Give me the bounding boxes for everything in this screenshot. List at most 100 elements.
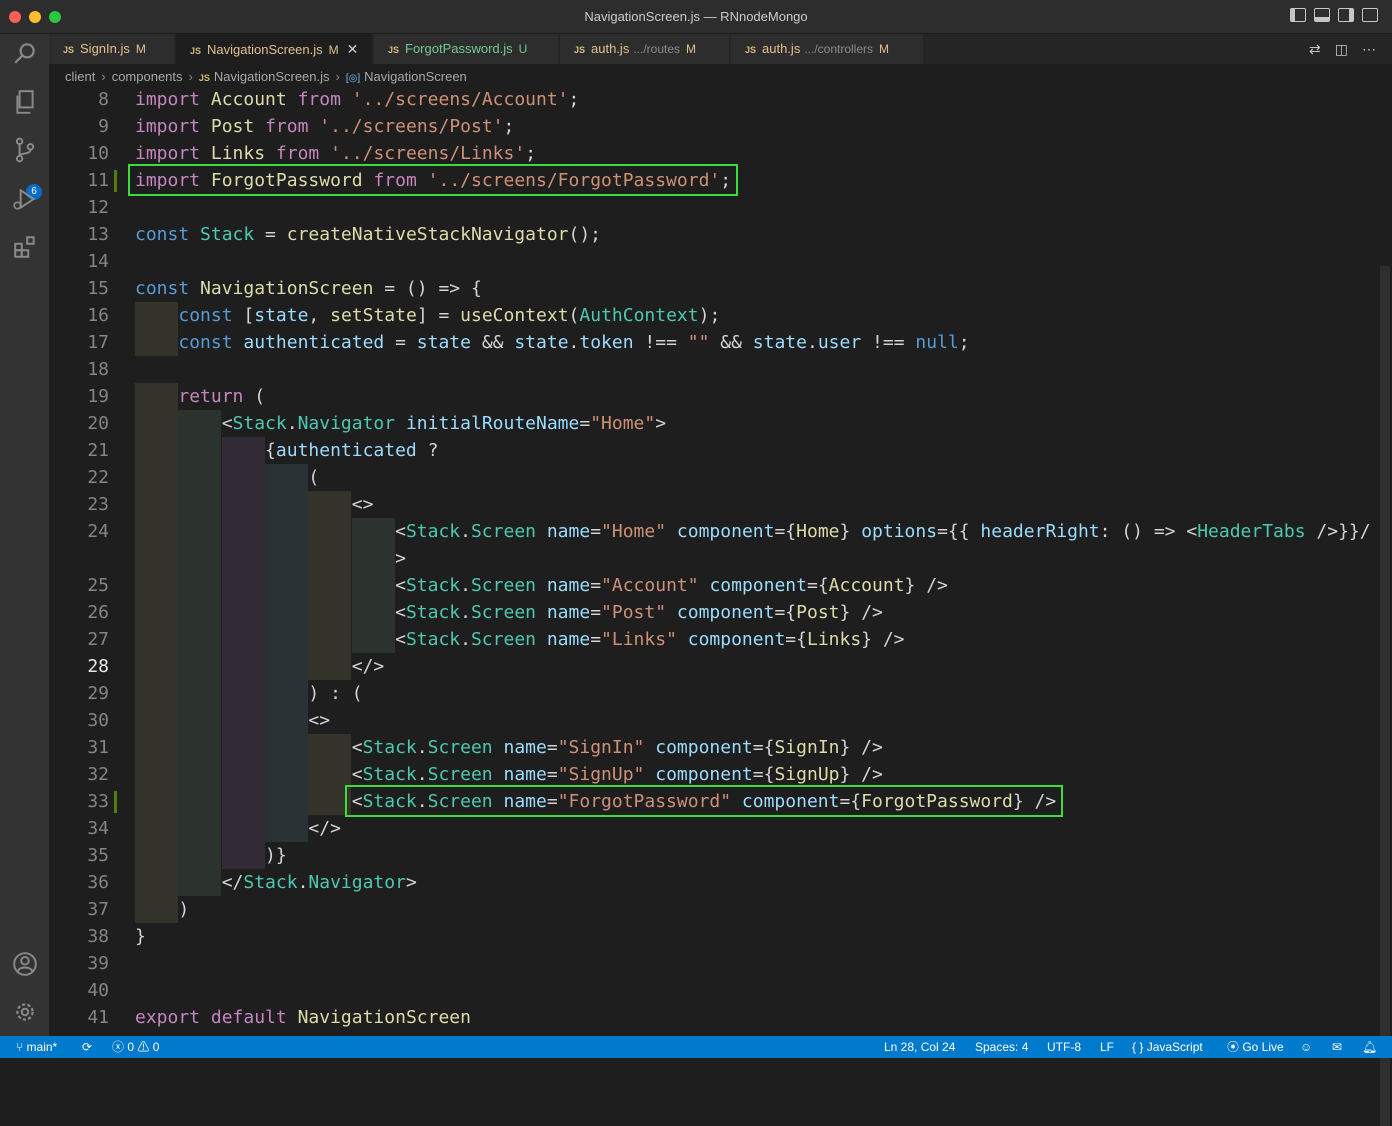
code-line[interactable]: 9 import Post from '../screens/Post'; <box>49 113 1392 140</box>
highlight-box <box>128 164 739 196</box>
tab-forgotpassword[interactable]: JS ForgotPassword.js U <box>374 34 559 64</box>
code-line[interactable]: 34 </> <box>49 815 1392 842</box>
close-icon[interactable]: ✕ <box>347 41 359 57</box>
search-icon[interactable] <box>12 40 38 66</box>
breadcrumb-file[interactable]: NavigationScreen.js <box>214 69 330 84</box>
code-line[interactable]: 33 <Stack.Screen name="ForgotPassword" c… <box>49 785 1392 817</box>
code-line[interactable]: 26 <Stack.Screen name="Post" component={… <box>49 599 1392 626</box>
code-line[interactable]: 25 <Stack.Screen name="Account" componen… <box>49 572 1392 599</box>
code-text: const [state, setState] = useContext(Aut… <box>178 305 721 326</box>
code-text: </> <box>135 656 385 677</box>
code-line[interactable]: 19 return ( <box>49 383 1392 410</box>
line-number: 26 <box>87 602 109 623</box>
code-line[interactable]: 36 </Stack.Navigator> <box>49 869 1392 896</box>
tab-auth-controllers[interactable]: JS auth.js .../controllers M <box>731 34 924 64</box>
line-ending[interactable]: LF <box>1100 1036 1114 1058</box>
code-line[interactable]: 28 </> <box>49 653 1392 680</box>
code-line[interactable]: 22 ( <box>49 464 1392 491</box>
sync-icon[interactable]: ⟳ <box>82 1036 92 1058</box>
code-text: <Stack.Screen name="Post" component={Pos… <box>135 602 883 623</box>
line-number: 33 <box>87 791 109 812</box>
code-text: const Stack = createNativeStackNavigator… <box>135 224 602 245</box>
editor-scrollbar[interactable] <box>1378 90 1392 1126</box>
line-number: 32 <box>87 764 109 785</box>
status-bar: ⑂ main* ⟳ ⓧ 0 ⚠ 0 Ln 28, Col 24 Spaces: … <box>0 1036 1392 1058</box>
language-mode[interactable]: { } JavaScript <box>1132 1036 1203 1058</box>
line-number: 11 <box>87 170 109 191</box>
code-line[interactable]: 27 <Stack.Screen name="Links" component=… <box>49 626 1392 653</box>
tab-auth-routes[interactable]: JS auth.js .../routes M <box>560 34 730 64</box>
code-line[interactable]: 17 const authenticated = state && state.… <box>49 329 1392 356</box>
breadcrumb-components[interactable]: components <box>112 69 183 84</box>
code-line[interactable]: 11 import ForgotPassword from '../screens… <box>49 164 1392 196</box>
code-line[interactable]: 31 <Stack.Screen name="SignIn" component… <box>49 734 1392 761</box>
accounts-icon[interactable] <box>12 951 38 977</box>
line-number: 19 <box>87 386 109 407</box>
more-actions-icon[interactable]: ⋯ <box>1362 41 1376 58</box>
code-line[interactable]: 18 <box>49 356 1392 383</box>
code-line[interactable]: 24 <Stack.Screen name="Home" component={… <box>49 518 1392 545</box>
code-line[interactable]: 15 const NavigationScreen = () => { <box>49 275 1392 302</box>
code-text: > <box>135 548 406 569</box>
code-line[interactable]: 40 <box>49 977 1392 1004</box>
code-line[interactable]: > <box>49 545 1392 572</box>
line-number: 39 <box>87 953 109 974</box>
code-line[interactable]: 21 {authenticated ? <box>49 437 1392 464</box>
code-line[interactable]: 37 ) <box>49 896 1392 923</box>
change-marker[interactable] <box>114 170 117 192</box>
extensions-icon[interactable] <box>12 234 38 260</box>
code-text: return ( <box>178 386 266 407</box>
feedback-icon[interactable]: ✉ <box>1332 1036 1342 1058</box>
copilot-icon[interactable]: ☺ <box>1300 1036 1312 1058</box>
code-text: <> <box>135 494 374 515</box>
code-line[interactable]: 32 <Stack.Screen name="SignUp" component… <box>49 761 1392 788</box>
toggle-secondary-sidebar-icon[interactable] <box>1338 8 1354 22</box>
line-number: 12 <box>87 197 109 218</box>
tab-signin[interactable]: JS SignIn.js M <box>49 34 175 64</box>
code-line[interactable]: 12 <box>49 194 1392 221</box>
code-line[interactable]: 29 ) : ( <box>49 680 1392 707</box>
split-editor-icon[interactable]: ◫ <box>1335 41 1348 58</box>
notifications-bell-icon[interactable]: 🔔︎ <box>1362 1036 1377 1058</box>
toggle-primary-sidebar-icon[interactable] <box>1290 8 1306 22</box>
code-line[interactable]: 38} <box>49 923 1392 950</box>
cursor-position[interactable]: Ln 28, Col 24 <box>884 1036 955 1058</box>
code-editor[interactable]: 8 import Account from '../screens/Account… <box>49 86 1392 1036</box>
tab-navigationscreen[interactable]: JS NavigationScreen.js M ✕ <box>176 34 373 64</box>
gear-icon[interactable] <box>12 999 38 1025</box>
code-line[interactable]: 23 <> <box>49 491 1392 518</box>
explorer-icon[interactable] <box>12 89 38 115</box>
code-line[interactable]: 10 import Links from '../screens/Links'; <box>49 140 1392 167</box>
customize-layout-icon[interactable] <box>1362 8 1378 22</box>
encoding[interactable]: UTF-8 <box>1047 1036 1081 1058</box>
change-marker[interactable] <box>114 791 117 813</box>
indentation[interactable]: Spaces: 4 <box>975 1036 1028 1058</box>
open-changes-icon[interactable]: ⇄ <box>1309 41 1321 58</box>
code-line[interactable]: 20 <Stack.Navigator initialRouteName="Ho… <box>49 410 1392 437</box>
line-number: 34 <box>87 818 109 839</box>
symbol-variable-icon: [◎] <box>345 73 361 84</box>
breadcrumb-client[interactable]: client <box>65 69 95 84</box>
go-live-button[interactable]: ⦿ Go Live <box>1227 1036 1284 1058</box>
code-line[interactable]: 35 )} <box>49 842 1392 869</box>
run-debug-icon[interactable] <box>12 186 38 212</box>
code-line[interactable]: 14 <box>49 248 1392 275</box>
scrollbar-thumb[interactable] <box>1380 266 1390 1126</box>
chevron-right-icon: › <box>188 69 193 84</box>
code-line[interactable]: 30 <> <box>49 707 1392 734</box>
code-line[interactable]: 16 const [state, setState] = useContext(… <box>49 302 1392 329</box>
editor-tabs: JS SignIn.js M JS NavigationScreen.js M ✕ JS F… <box>49 34 1392 64</box>
problems-status[interactable]: ⓧ 0 ⚠ 0 <box>112 1036 159 1058</box>
code-line[interactable]: 13 const Stack = createNativeStackNavigat… <box>49 221 1392 248</box>
code-line[interactable]: 39 <box>49 950 1392 977</box>
line-number: 17 <box>87 332 109 353</box>
branch-status[interactable]: ⑂ main* <box>16 1036 57 1058</box>
js-file-icon: JS <box>745 45 757 55</box>
source-control-icon[interactable] <box>12 137 38 163</box>
breadcrumb-symbol[interactable]: NavigationScreen <box>364 69 467 84</box>
line-number: 15 <box>87 278 109 299</box>
braces-icon: { } <box>1132 1040 1147 1054</box>
code-line[interactable]: 8 import Account from '../screens/Account… <box>49 86 1392 113</box>
toggle-panel-icon[interactable] <box>1314 8 1330 22</box>
code-line[interactable]: 41 export default NavigationScreen <box>49 1004 1392 1031</box>
